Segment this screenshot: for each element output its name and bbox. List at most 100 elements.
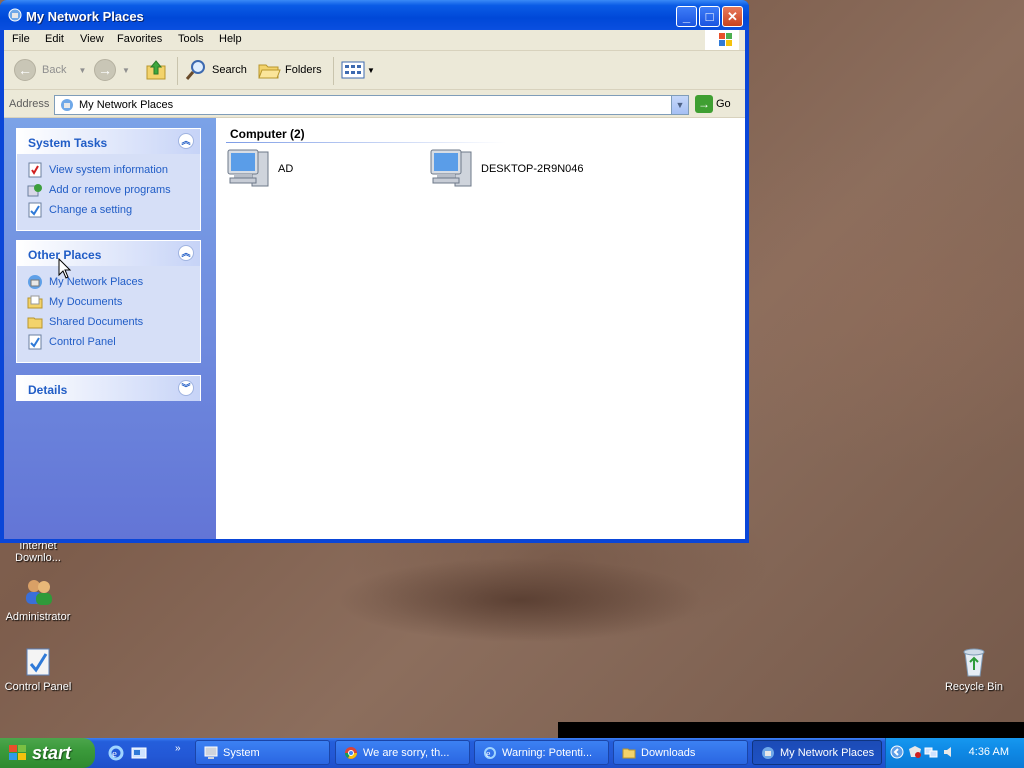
- address-dropdown-button[interactable]: ▼: [671, 96, 688, 114]
- network-places-icon: [7, 7, 23, 23]
- task-label: Warning: Potenti...: [502, 746, 593, 759]
- windows-flag-icon: [9, 745, 27, 761]
- up-folder-button[interactable]: [144, 57, 168, 83]
- system-info-icon: [27, 162, 43, 178]
- task-system[interactable]: System: [195, 740, 330, 765]
- link-control-panel[interactable]: Control Panel: [27, 332, 200, 352]
- task-label: Downloads: [641, 746, 696, 759]
- forward-button[interactable]: → ▼: [94, 57, 130, 83]
- details-header[interactable]: Details ︾: [17, 376, 200, 401]
- clock[interactable]: 4:36 AM: [969, 746, 1009, 758]
- menu-file[interactable]: File: [12, 33, 30, 45]
- computer-label: DESKTOP-2R9N046: [481, 163, 584, 175]
- up-folder-icon: [146, 60, 166, 80]
- title-bar[interactable]: My Network Places _ □ ✕: [0, 0, 749, 30]
- desktop-icon-control-panel[interactable]: Control Panel: [0, 646, 78, 693]
- link-view-system-information[interactable]: View system information: [27, 160, 200, 180]
- system-tray: 4:36 AM: [885, 738, 1024, 768]
- recycle-bin-icon: [958, 646, 990, 678]
- desktop-icon-label: Downlo...: [15, 552, 61, 564]
- window-title: My Network Places: [26, 9, 144, 24]
- control-panel-icon: [27, 334, 43, 350]
- minimize-button[interactable]: _: [676, 6, 697, 27]
- views-dropdown-icon: ▼: [367, 65, 375, 75]
- maximize-icon: □: [705, 9, 714, 24]
- go-arrow-icon: →: [695, 95, 713, 113]
- forward-arrow-icon: →: [94, 59, 116, 81]
- task-internet-explorer[interactable]: e Warning: Potenti...: [474, 740, 609, 765]
- window-body: File Edit View Favorites Tools Help ← Ba…: [4, 30, 745, 539]
- desktop-icon-administrator[interactable]: Administrator: [0, 576, 78, 623]
- link-add-remove-programs[interactable]: Add or remove programs: [27, 180, 200, 200]
- system-tasks-title: System Tasks: [28, 136, 108, 150]
- shared-folder-icon: [27, 314, 43, 330]
- link-my-documents[interactable]: My Documents: [27, 292, 200, 312]
- maximize-button[interactable]: □: [699, 6, 720, 27]
- task-label: System: [223, 746, 260, 759]
- taskbar: start e » System We are sorry, th... e W…: [0, 738, 1024, 768]
- system-tasks-header[interactable]: System Tasks ︽: [17, 129, 200, 154]
- desktop-icon-internet-download[interactable]: Internet Downlo...: [0, 540, 78, 564]
- search-label: Search: [212, 64, 247, 76]
- menu-tools[interactable]: Tools: [178, 33, 204, 45]
- search-button[interactable]: Search: [184, 57, 247, 83]
- collapse-icon[interactable]: ︽: [178, 245, 194, 261]
- quick-launch-more-icon[interactable]: »: [175, 743, 191, 759]
- start-label: start: [32, 743, 72, 763]
- link-shared-documents[interactable]: Shared Documents: [27, 312, 200, 332]
- folders-icon: [258, 64, 281, 79]
- forward-dropdown-icon: ▼: [122, 65, 130, 75]
- task-downloads[interactable]: Downloads: [613, 740, 748, 765]
- volume-icon[interactable]: [942, 745, 956, 759]
- group-header: Computer (2): [230, 127, 305, 141]
- views-button[interactable]: ▼: [341, 57, 375, 83]
- folders-label: Folders: [285, 64, 322, 76]
- start-button[interactable]: start: [0, 738, 95, 768]
- link-my-network-places[interactable]: My Network Places: [27, 272, 200, 292]
- task-my-network-places[interactable]: My Network Places: [752, 740, 882, 765]
- menu-help[interactable]: Help: [219, 33, 242, 45]
- chrome-icon: [344, 746, 358, 760]
- go-button[interactable]: → Go: [695, 95, 731, 113]
- address-bar: Address My Network Places ▼ → Go: [4, 90, 745, 118]
- tray-expand-icon[interactable]: [890, 745, 904, 759]
- link-label: Control Panel: [49, 336, 116, 348]
- svg-text:e: e: [486, 749, 491, 760]
- expand-icon[interactable]: ︾: [178, 380, 194, 396]
- other-places-header[interactable]: Other Places ︽: [17, 241, 200, 266]
- menu-view[interactable]: View: [80, 33, 104, 45]
- close-button[interactable]: ✕: [722, 6, 743, 27]
- menu-favorites[interactable]: Favorites: [117, 33, 162, 45]
- back-button[interactable]: ← Back ▼: [14, 57, 86, 83]
- user-group-icon: [22, 576, 54, 608]
- desktop-icon-label: Control Panel: [4, 681, 72, 693]
- toolbar: ← Back ▼ → ▼ Search Folders ▼: [4, 51, 745, 90]
- computer-item-desktop-2r9n046[interactable]: DESKTOP-2R9N046: [429, 146, 584, 192]
- back-label: Back: [42, 64, 67, 76]
- system-icon: [204, 746, 218, 760]
- task-label: My Network Places: [780, 746, 875, 759]
- task-chrome[interactable]: We are sorry, th...: [335, 740, 470, 765]
- collapse-icon[interactable]: ︽: [178, 133, 194, 149]
- link-label: Change a setting: [49, 204, 133, 216]
- desktop-icon-recycle-bin[interactable]: Recycle Bin: [934, 646, 1014, 693]
- address-field[interactable]: My Network Places ▼: [54, 95, 689, 115]
- show-desktop-icon[interactable]: [131, 745, 147, 761]
- security-alert-icon[interactable]: [908, 745, 922, 759]
- menu-edit[interactable]: Edit: [45, 33, 64, 45]
- desktop-icon-label: Administrator: [5, 611, 71, 623]
- menu-bar: File Edit View Favorites Tools Help: [4, 30, 745, 51]
- views-icon: [341, 61, 365, 79]
- computer-label: AD: [278, 163, 294, 175]
- minimize-icon: _: [682, 9, 691, 24]
- network-connection-icon[interactable]: [924, 745, 938, 759]
- computer-item-ad[interactable]: AD: [226, 146, 293, 192]
- link-label: My Documents: [49, 296, 123, 308]
- folders-button[interactable]: Folders: [257, 57, 322, 83]
- details-title: Details: [28, 383, 68, 397]
- control-panel-icon: [22, 646, 54, 678]
- back-dropdown-icon: ▼: [78, 65, 87, 75]
- internet-explorer-icon[interactable]: e: [108, 745, 124, 761]
- link-change-setting[interactable]: Change a setting: [27, 200, 200, 220]
- add-remove-programs-icon: [27, 182, 43, 198]
